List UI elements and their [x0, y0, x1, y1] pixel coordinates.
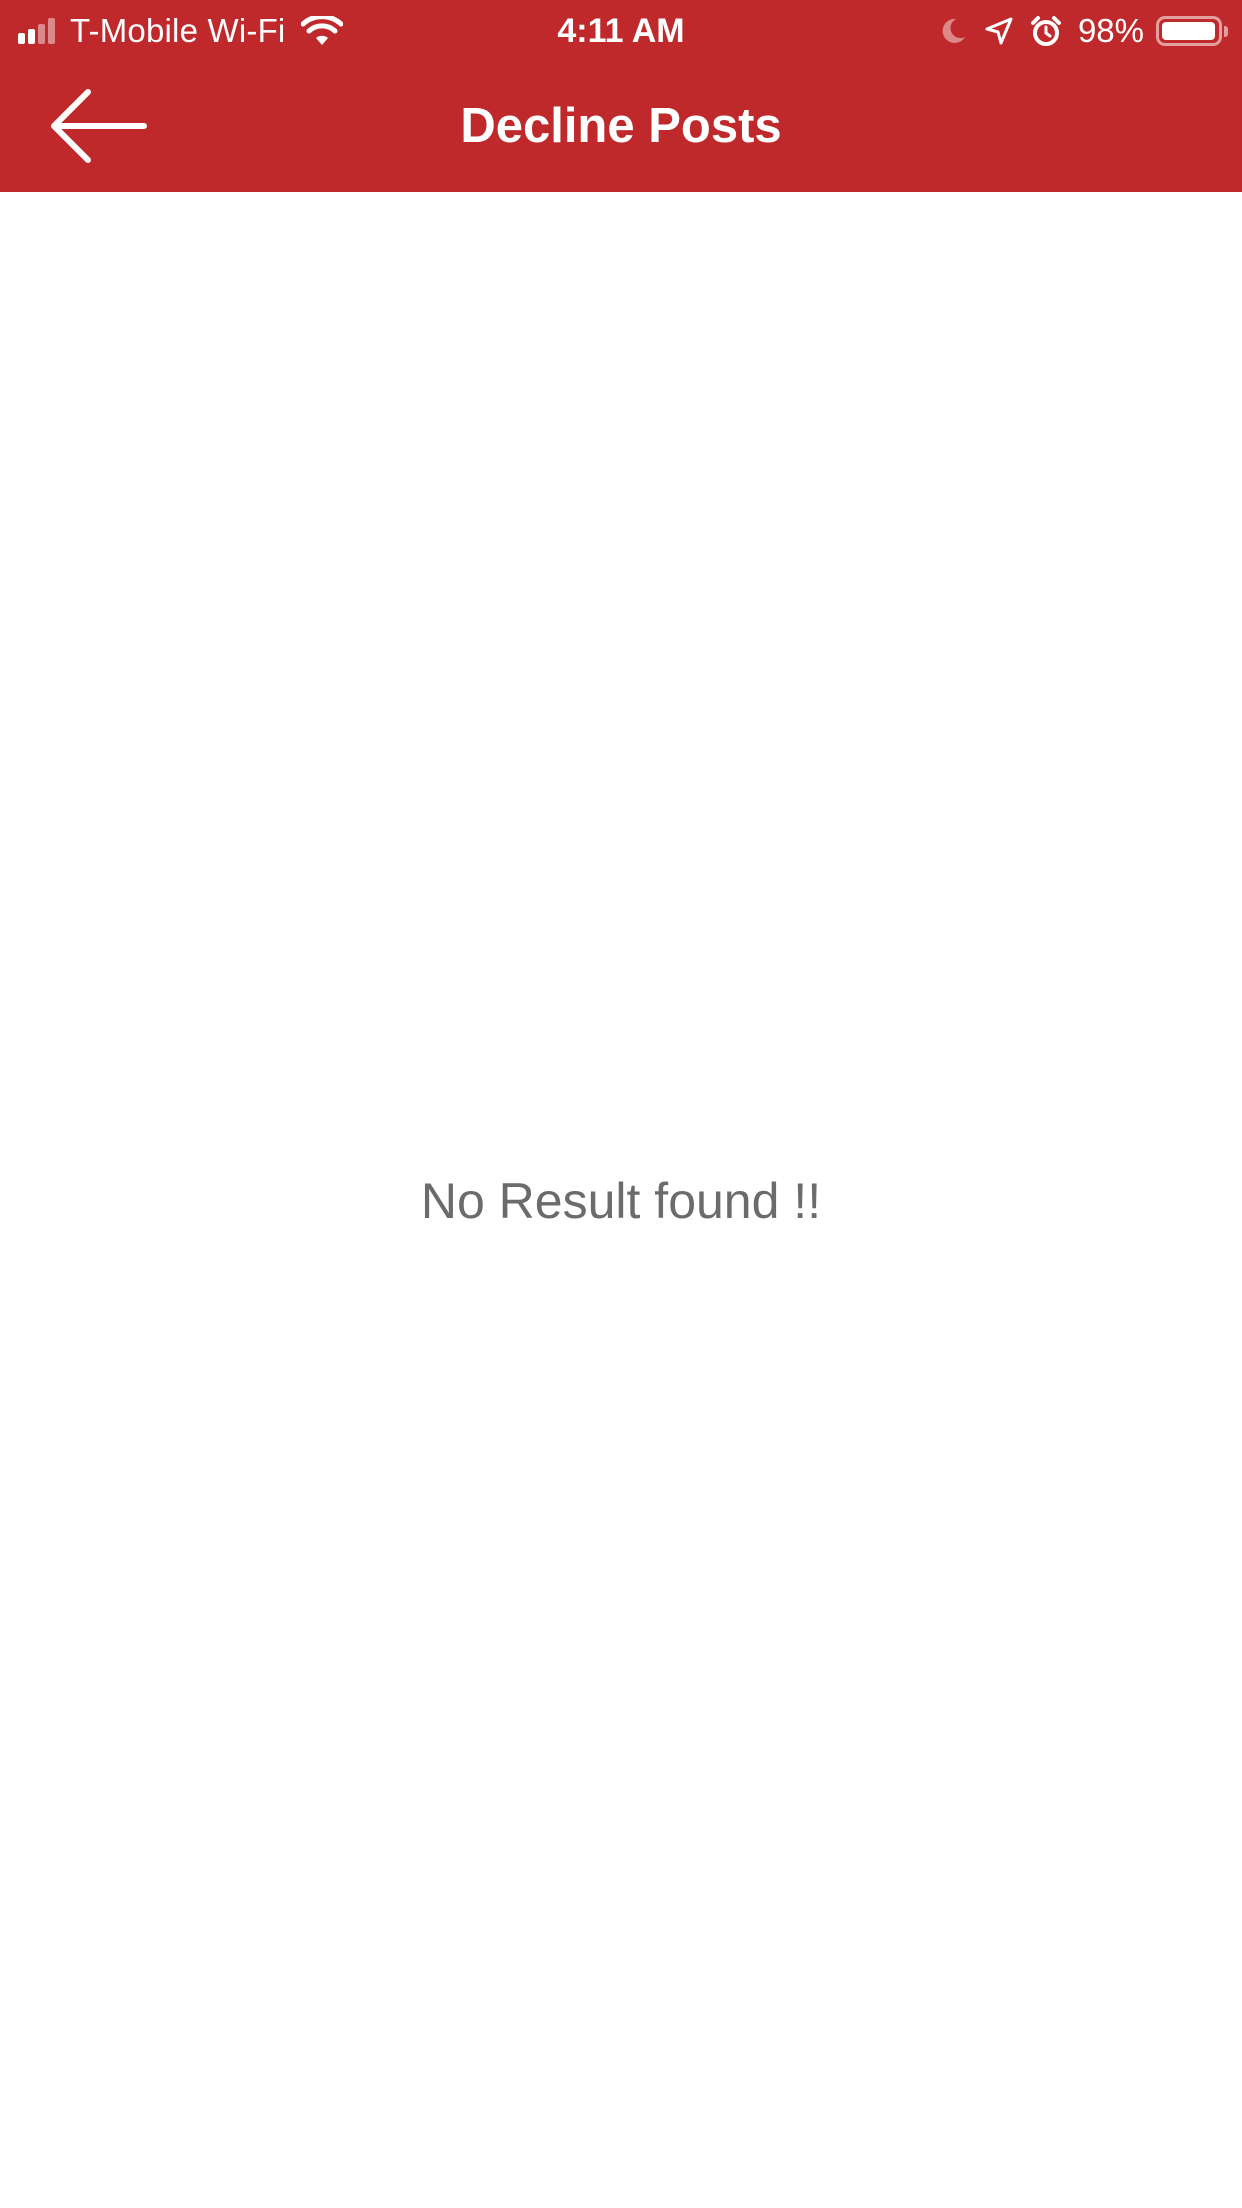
status-bar-left: T-Mobile Wi-Fi — [18, 10, 344, 52]
location-icon — [985, 17, 1013, 45]
battery-percent-label: 98% — [1077, 12, 1144, 49]
app-header: T-Mobile Wi-Fi 4:11 AM 98% Decline Posts — [0, 0, 1242, 192]
decline-posts-screen: T-Mobile Wi-Fi 4:11 AM 98% Decline Posts… — [0, 0, 1242, 2208]
status-time-label: 4:11 AM — [557, 12, 685, 50]
battery-tip — [1224, 25, 1228, 37]
page-title: Decline Posts — [460, 99, 782, 153]
status-bar: T-Mobile Wi-Fi 4:11 AM 98% — [0, 0, 1242, 62]
signal-icon — [18, 18, 58, 44]
empty-state-message: No Result found !! — [420, 1173, 822, 1229]
carrier-label: T-Mobile Wi-Fi — [70, 12, 286, 49]
do-not-disturb-icon — [942, 18, 965, 43]
battery-icon — [1156, 16, 1222, 46]
wifi-icon — [301, 16, 344, 45]
back-arrow-icon — [51, 89, 147, 163]
status-bar-right: 98% — [938, 10, 1228, 52]
nav-bar: Decline Posts — [0, 62, 1242, 192]
alarm-icon — [1030, 16, 1061, 46]
battery-fill — [1162, 22, 1215, 40]
back-button[interactable] — [48, 84, 168, 168]
